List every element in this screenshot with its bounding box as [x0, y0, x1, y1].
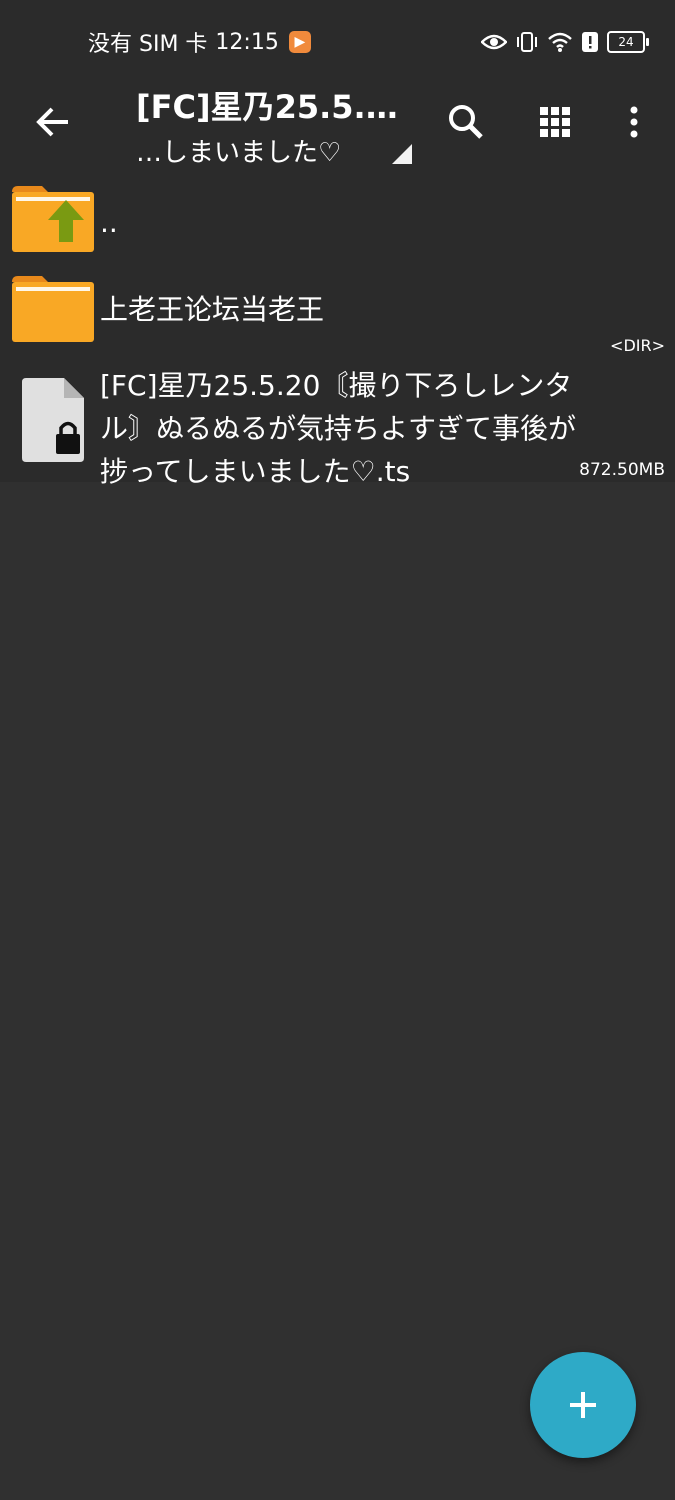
folder-name: 上老王论坛当老王: [100, 293, 325, 326]
app-notification-icon: ▶: [288, 31, 311, 53]
dropdown-triangle-icon[interactable]: [392, 144, 412, 164]
folder-icon: [12, 276, 94, 342]
status-bar: 没有 SIM 卡 12:15 ▶ 24: [0, 0, 675, 80]
alert-icon: [582, 32, 598, 52]
list-item-parent-dir[interactable]: ..: [0, 172, 675, 266]
list-item-file[interactable]: [FC]星乃25.5.20〘撮り下ろしレンタル〙ぬるぬるが気持ちよすぎて事後が捗…: [0, 352, 675, 488]
list-item-folder[interactable]: 上老王论坛当老王 <DIR>: [0, 266, 675, 355]
plus-icon: [570, 1392, 596, 1418]
status-right: 24: [481, 26, 649, 58]
arrow-left-icon: [36, 107, 68, 137]
file-name: [FC]星乃25.5.20〘撮り下ろしレンタル〙ぬるぬるが気持ちよすぎて事後が捗…: [100, 369, 577, 488]
battery-level: 24: [618, 35, 634, 49]
search-icon: [449, 105, 483, 139]
folder-up-icon: [12, 186, 94, 252]
locked-file-icon: [22, 378, 84, 462]
vibrate-icon: [517, 32, 537, 52]
more-vert-icon: [630, 106, 638, 138]
wifi-icon: [548, 32, 572, 52]
page-title: [FC]星乃25.5.…: [136, 88, 398, 126]
add-fab-button[interactable]: [530, 1352, 636, 1458]
battery-icon: 24: [607, 31, 649, 53]
file-list: .. 上老王论坛当老王 <DIR> [FC]星乃25.5.20〘撮り下ろしレンタ…: [0, 172, 675, 488]
path-title[interactable]: [FC]星乃25.5.… …しまいました♡: [136, 80, 436, 172]
parent-dir-label: ..: [100, 206, 118, 239]
eye-icon: [481, 34, 507, 50]
app-bar: [FC]星乃25.5.… …しまいました♡: [0, 80, 675, 172]
page-subtitle: …しまいました♡: [136, 138, 342, 168]
screen: 没有 SIM 卡 12:15 ▶ 24 [FC]星乃25.5.… …しまいました…: [0, 0, 675, 1500]
search-button[interactable]: [442, 98, 490, 146]
more-options-button[interactable]: [610, 98, 658, 146]
carrier-text: 没有 SIM 卡: [88, 32, 208, 57]
file-size: 872.50MB: [579, 460, 665, 480]
grid-icon: [540, 107, 570, 137]
grid-view-button[interactable]: [531, 98, 579, 146]
clock-text: 12:15: [215, 29, 279, 55]
status-left: 没有 SIM 卡 12:15 ▶: [88, 26, 311, 58]
back-button[interactable]: [30, 98, 78, 146]
